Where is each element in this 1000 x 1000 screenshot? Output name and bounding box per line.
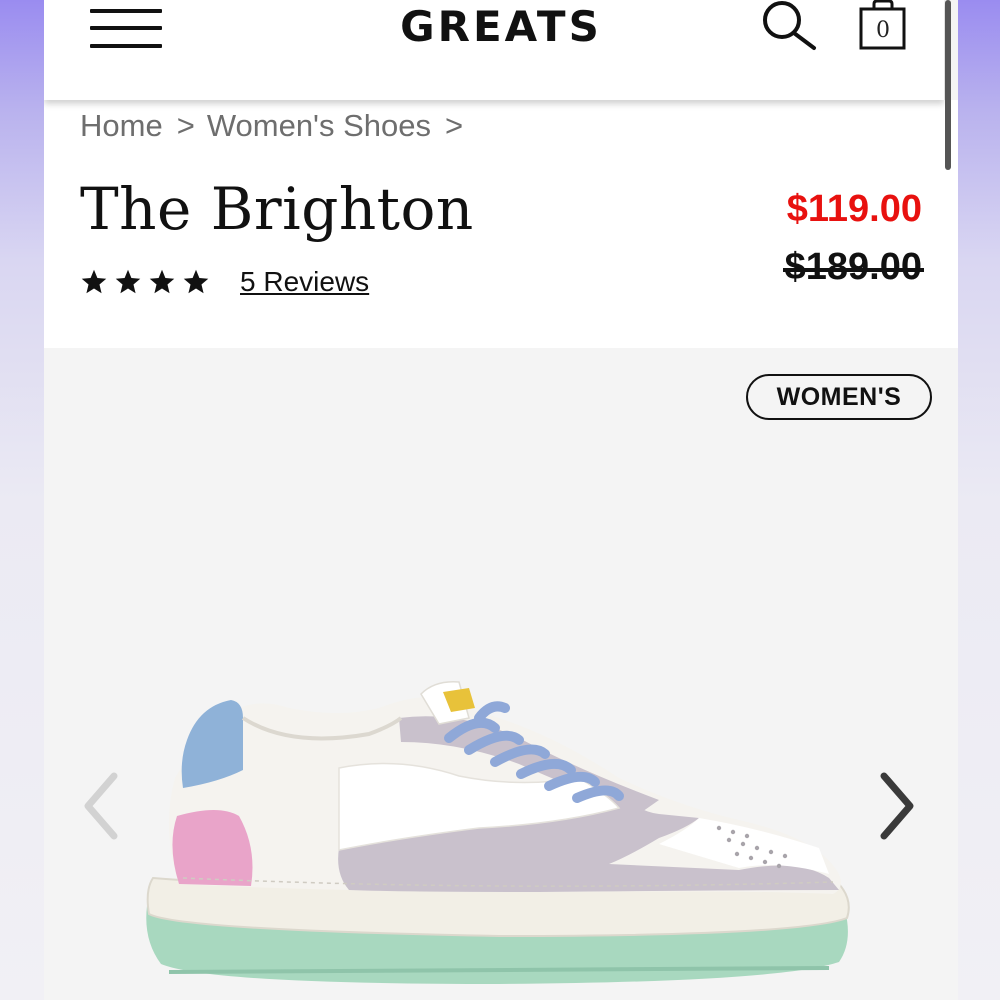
breadcrumb-separator: > xyxy=(445,108,464,143)
strikethrough-line xyxy=(782,268,924,272)
shoe-heel-counter xyxy=(172,810,253,886)
breadcrumb-womens-shoes[interactable]: Women's Shoes xyxy=(207,108,431,143)
product-info: Home > Women's Shoes > The Brighton 5 Revie… xyxy=(44,100,958,348)
product-title: The Brighton xyxy=(80,175,474,243)
product-page: GREATS 0 Home > Women's Shoes > The Brighto… xyxy=(44,0,958,1000)
hamburger-icon[interactable] xyxy=(90,4,162,50)
cart-count: 0 xyxy=(876,18,890,43)
site-header: GREATS 0 xyxy=(44,0,944,100)
breadcrumb-home[interactable]: Home xyxy=(80,108,163,143)
product-gallery: WOMEN'S xyxy=(44,348,958,1000)
page-scrollbar[interactable] xyxy=(945,0,951,170)
star-icon xyxy=(115,269,141,294)
chevron-right-icon[interactable] xyxy=(870,768,920,844)
reviews-link[interactable]: 5 Reviews xyxy=(240,266,369,298)
star-icon xyxy=(81,269,107,294)
sale-price: $119.00 xyxy=(786,188,922,230)
product-rating: 5 Reviews xyxy=(80,262,369,302)
site-logo[interactable]: GREATS xyxy=(390,4,612,50)
search-icon[interactable] xyxy=(758,0,820,52)
star-icon xyxy=(183,269,209,294)
breadcrumb-separator: > xyxy=(176,108,195,143)
star-icon xyxy=(149,269,175,294)
original-price-text: $189.00 xyxy=(784,246,922,288)
star-rating xyxy=(80,268,210,296)
breadcrumb: Home > Women's Shoes > xyxy=(80,108,475,144)
shopping-bag-icon[interactable]: 0 xyxy=(858,0,908,52)
original-price: $189.00 xyxy=(782,246,924,289)
womens-badge: WOMEN'S xyxy=(746,374,932,420)
sneaker-image xyxy=(146,681,850,984)
chevron-left-icon[interactable] xyxy=(78,768,128,844)
